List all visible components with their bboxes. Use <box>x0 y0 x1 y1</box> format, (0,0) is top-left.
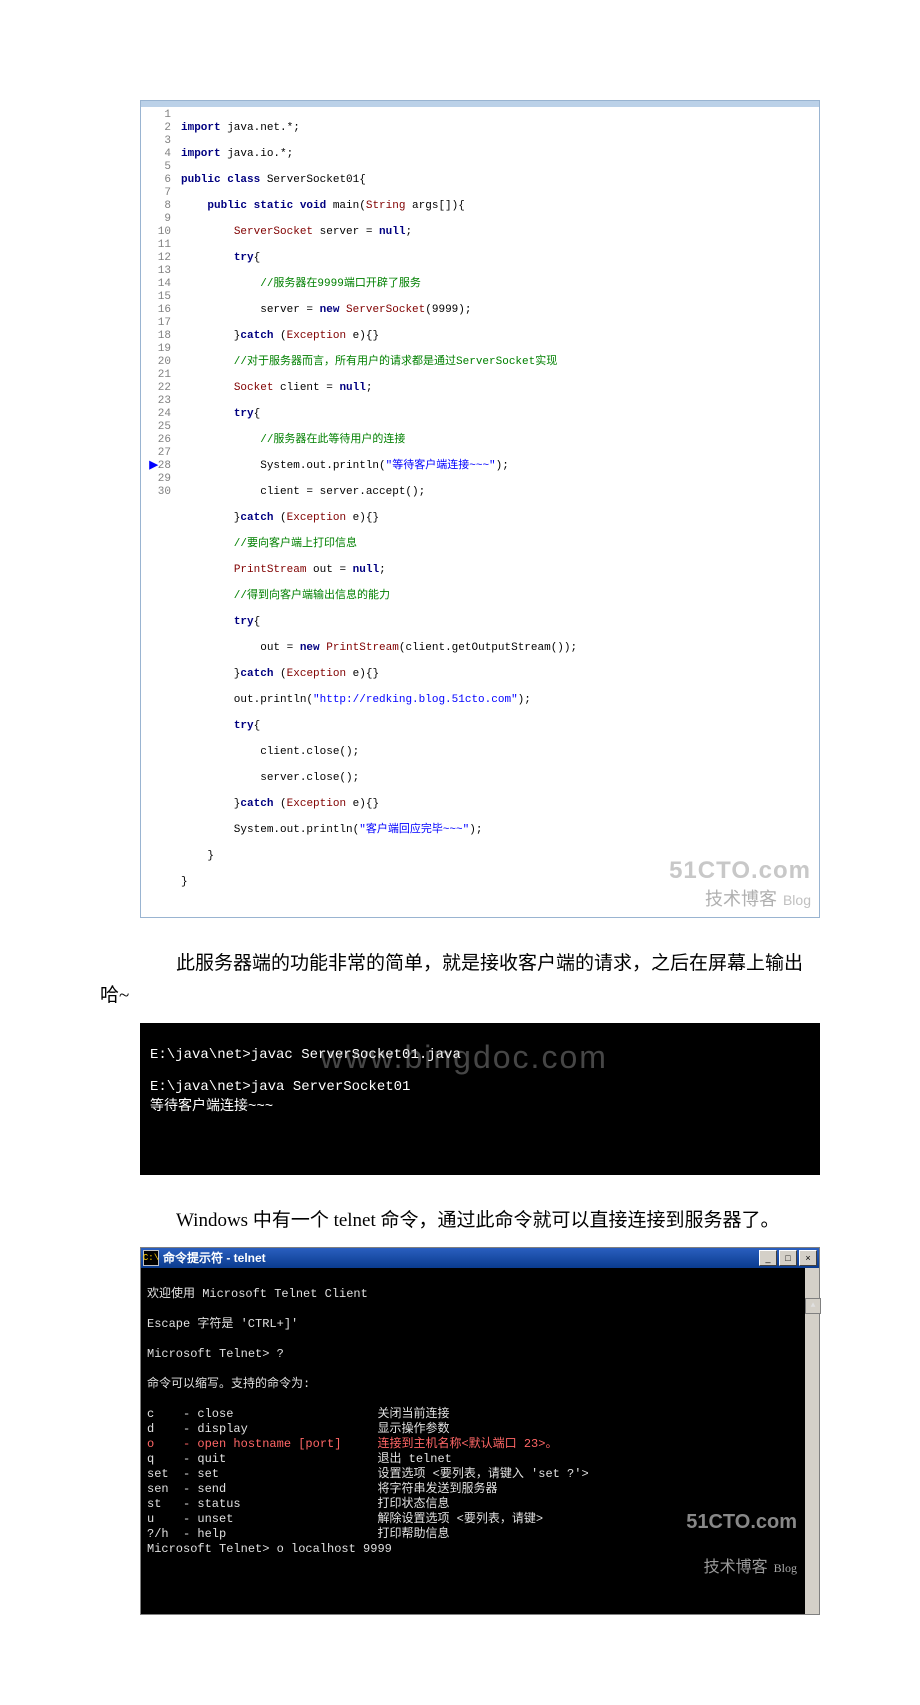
paragraph-2: Windows 中有一个 telnet 命令，通过此命令就可以直接连接到服务器了… <box>100 1205 820 1237</box>
close-button[interactable]: × <box>799 1250 817 1266</box>
code-editor-screenshot: 1 2 3 4 5 6 7 8 910111213141516171819202… <box>140 100 820 918</box>
cmd-body: 欢迎使用 Microsoft Telnet Client Escape 字符是 … <box>141 1268 819 1614</box>
paragraph-1: 此服务器端的功能非常的简单，就是接收客户端的请求，之后在屏幕上输出哈~ <box>100 948 820 1013</box>
minimize-button[interactable]: _ <box>759 1250 777 1266</box>
window-titlebar: C:\ 命令提示符 - telnet _ □ × <box>141 1248 819 1268</box>
terminal-output-1: E:\java\net>javac ServerSocket01.java E:… <box>140 1023 820 1175</box>
cmd-icon: C:\ <box>143 1250 159 1266</box>
code-lines: import java.net.*; import java.io.*; pub… <box>177 107 581 917</box>
window-title: 命令提示符 - telnet <box>163 1249 759 1266</box>
document-page: 1 2 3 4 5 6 7 8 910111213141516171819202… <box>0 0 920 1705</box>
code-body: 1 2 3 4 5 6 7 8 910111213141516171819202… <box>141 107 819 917</box>
scroll-up-icon[interactable]: ▲ <box>805 1298 821 1314</box>
maximize-button[interactable]: □ <box>779 1250 797 1266</box>
line-number-gutter: 1 2 3 4 5 6 7 8 910111213141516171819202… <box>141 107 177 917</box>
scrollbar[interactable]: ▲ <box>805 1268 819 1614</box>
command-prompt-window: C:\ 命令提示符 - telnet _ □ × 欢迎使用 Microsoft … <box>140 1247 820 1615</box>
watermark-51cto: 51CTO.com 技术博客Blog <box>686 1485 797 1606</box>
